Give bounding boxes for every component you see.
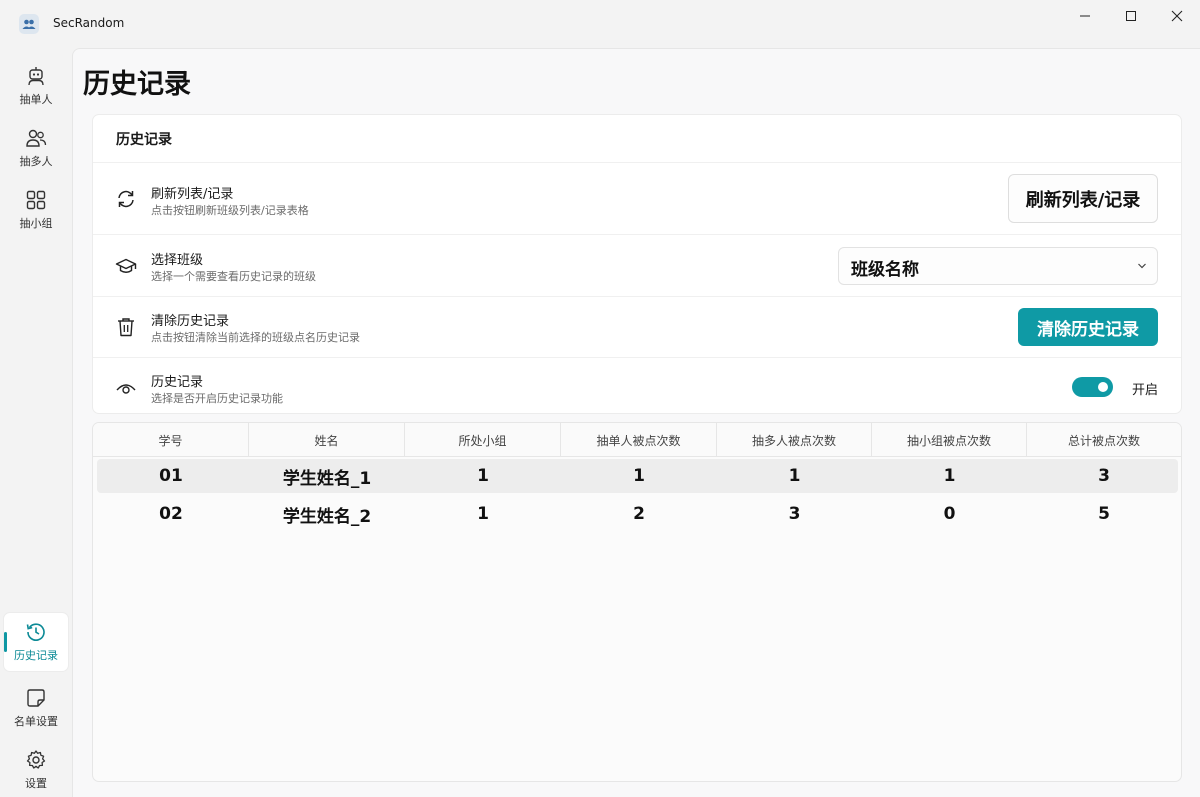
history-toggle-state: 开启 — [1131, 383, 1158, 398]
card-title: 历史记录 — [116, 132, 172, 148]
table-cell: 2 — [633, 504, 645, 524]
active-indicator — [4, 632, 7, 652]
table-cell: 学生姓名_2 — [282, 506, 372, 527]
app-title: SecRandom — [53, 16, 125, 30]
sidebar-item-single-draw[interactable]: 抽单人 — [4, 57, 68, 115]
column-header[interactable]: 姓名 — [249, 423, 405, 457]
table-cell: 3 — [1098, 466, 1110, 486]
sidebar-item-label: 历史记录 — [14, 649, 58, 662]
minimize-button[interactable] — [1062, 0, 1108, 32]
table-cell: 1 — [943, 466, 956, 486]
sidebar-item-roster-settings[interactable]: 名单设置 — [4, 679, 68, 737]
column-header[interactable]: 学号 — [93, 423, 249, 457]
class-select-value: 班级名称 — [851, 260, 919, 280]
table-cell: 学生姓名_1 — [282, 468, 372, 489]
history-toggle-description: 选择是否开启历史记录功能 — [151, 392, 283, 405]
table-cell: 0 — [943, 504, 956, 524]
maximize-icon — [1126, 11, 1136, 21]
table-cell: 1 — [633, 466, 645, 486]
sidebar-item-group-draw[interactable]: 抽小组 — [4, 181, 68, 239]
history-toggle-row: 历史记录 选择是否开启历史记录功能 开启 — [93, 357, 1181, 413]
maximize-button[interactable] — [1108, 0, 1154, 32]
note-icon — [27, 689, 45, 707]
refresh-title: 刷新列表/记录 — [151, 187, 234, 202]
sidebar-item-label: 设置 — [25, 777, 47, 790]
table-row[interactable]: 01 学生姓名_1 1 1 1 1 3 — [97, 459, 1178, 493]
sidebar-item-history[interactable]: 历史记录 — [4, 613, 68, 671]
table-row[interactable]: 02 学生姓名_2 1 2 3 0 5 — [97, 497, 1178, 531]
sidebar-item-label: 抽小组 — [19, 217, 53, 230]
table-cell: 1 — [477, 504, 489, 524]
eye-icon — [115, 377, 137, 399]
class-select-title: 选择班级 — [151, 253, 204, 268]
refresh-icon — [115, 188, 137, 210]
graduation-cap-icon — [115, 255, 137, 277]
chevron-down-icon — [1138, 263, 1146, 269]
clear-history-row: 清除历史记录 点击按钮清除当前选择的班级点名历史记录 清除历史记录 — [93, 296, 1181, 357]
app-logo-icon — [19, 14, 39, 34]
table-header: 学号 姓名 所处小组 抽单人被点次数 抽多人被点次数 抽小组被点次数 总计被点次… — [93, 423, 1181, 457]
table-cell: 1 — [477, 466, 489, 486]
toggle-knob — [1098, 382, 1108, 392]
title-bar[interactable]: SecRandom — [0, 0, 1200, 48]
table-cell: 1 — [788, 466, 801, 486]
sidebar-item-label: 抽单人 — [19, 93, 53, 106]
clear-history-description: 点击按钮清除当前选择的班级点名历史记录 — [151, 331, 360, 344]
robot-icon — [28, 67, 44, 86]
sidebar-item-multi-draw[interactable]: 抽多人 — [4, 119, 68, 177]
class-select-description: 选择一个需要查看历史记录的班级 — [151, 270, 316, 283]
minimize-icon — [1080, 15, 1090, 17]
sidebar-item-label: 抽多人 — [19, 155, 53, 168]
gear-icon — [26, 750, 46, 769]
table-cell: 5 — [1098, 504, 1110, 524]
refresh-description: 点击按钮刷新班级列表/记录表格 — [151, 204, 309, 217]
table-cell: 01 — [159, 466, 183, 486]
trash-icon — [115, 316, 137, 338]
page-title: 历史记录 — [83, 69, 191, 100]
refresh-button[interactable]: 刷新列表/记录 — [1008, 174, 1158, 223]
column-header[interactable]: 所处小组 — [405, 423, 561, 457]
history-toggle-switch[interactable] — [1072, 377, 1113, 397]
column-header[interactable]: 抽多人被点次数 — [717, 423, 872, 457]
column-header[interactable]: 抽小组被点次数 — [872, 423, 1027, 457]
class-select-row: 选择班级 选择一个需要查看历史记录的班级 班级名称 — [93, 234, 1181, 296]
history-table[interactable]: 学号 姓名 所处小组 抽单人被点次数 抽多人被点次数 抽小组被点次数 总计被点次… — [92, 422, 1182, 782]
column-header[interactable]: 抽单人被点次数 — [561, 423, 717, 457]
history-icon — [26, 623, 45, 641]
refresh-row: 刷新列表/记录 点击按钮刷新班级列表/记录表格 刷新列表/记录 — [93, 162, 1181, 234]
table-cell: 3 — [788, 504, 801, 524]
sidebar-item-label: 名单设置 — [14, 715, 58, 728]
history-toggle-title: 历史记录 — [151, 375, 204, 390]
table-cell: 02 — [159, 504, 183, 524]
clear-history-button[interactable]: 清除历史记录 — [1018, 308, 1158, 346]
settings-card: 历史记录 刷新列表/记录 点击按钮刷新班级列表/记录表格 刷新列表/记录 选择班… — [92, 114, 1182, 414]
class-select-dropdown[interactable]: 班级名称 — [838, 247, 1158, 285]
content-area: 历史记录 历史记录 刷新列表/记录 点击按钮刷新班级列表/记录表格 刷新列表/记… — [72, 48, 1200, 797]
grid-icon — [26, 190, 46, 210]
sidebar-item-settings[interactable]: 设置 — [4, 741, 68, 797]
close-icon — [1171, 10, 1183, 22]
people-icon — [26, 129, 47, 147]
column-header[interactable]: 总计被点次数 — [1027, 423, 1181, 457]
app-window: SecRandom 抽单人 抽多人 抽小组 历史记录 名单设置 设置 历史记录 … — [0, 0, 1200, 797]
close-button[interactable] — [1154, 0, 1200, 32]
clear-history-title: 清除历史记录 — [151, 314, 230, 329]
